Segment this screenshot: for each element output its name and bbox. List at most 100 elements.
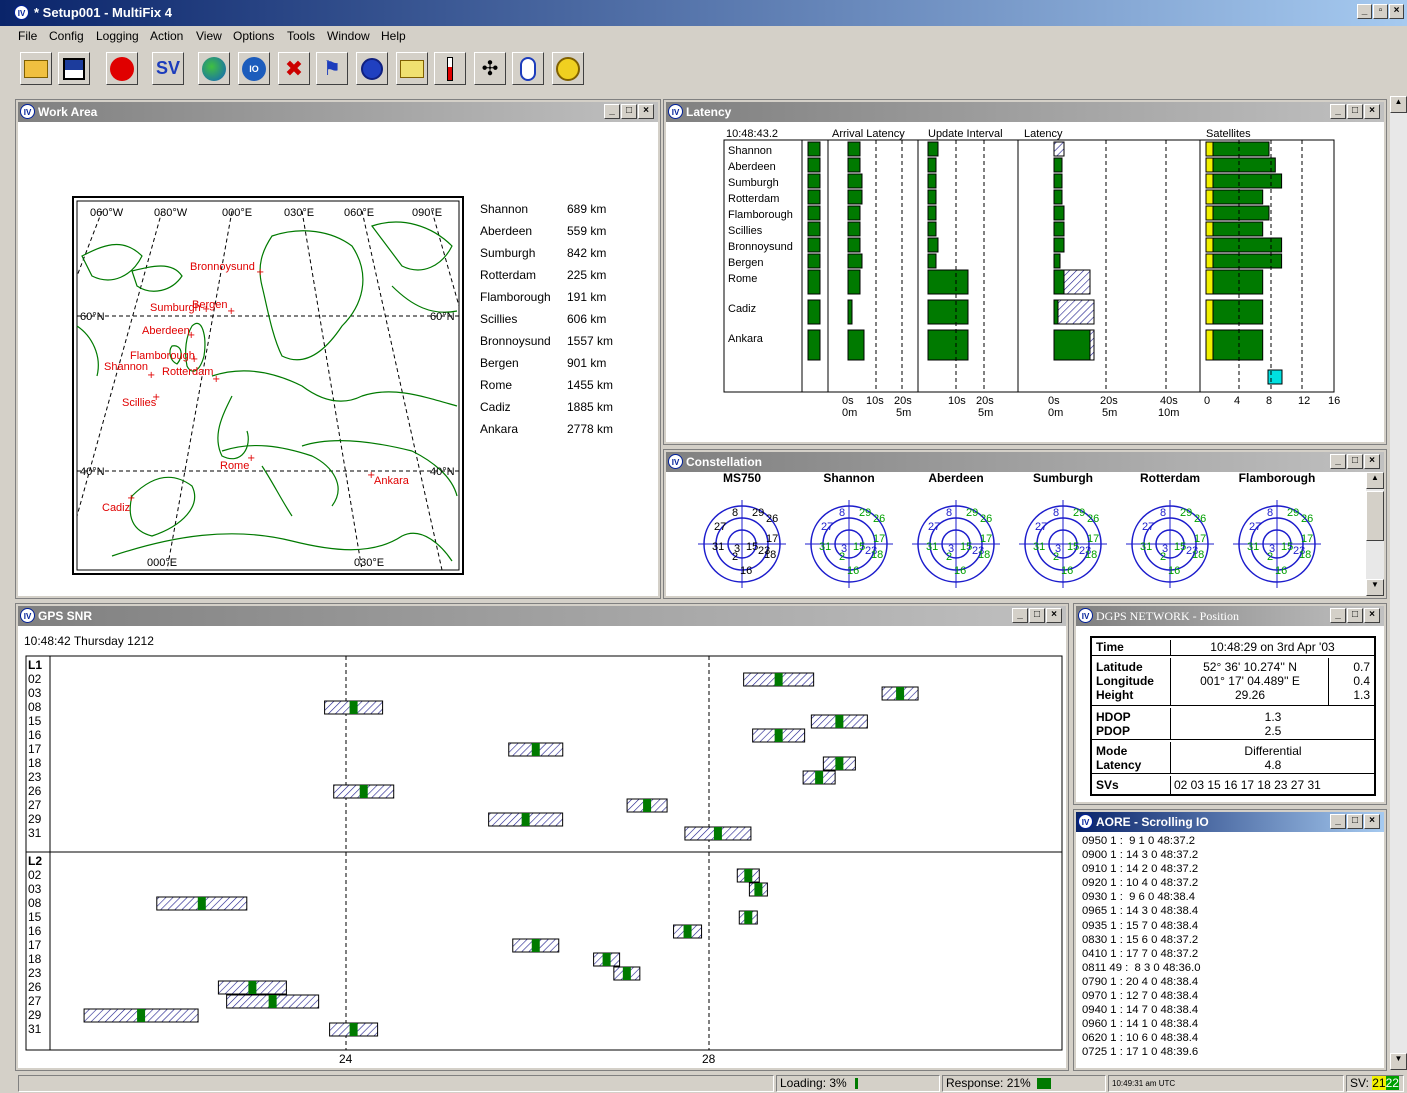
sv-label: 29: [1073, 507, 1085, 519]
sv-label: 17: [1301, 533, 1313, 545]
maximize-button[interactable]: □: [1347, 454, 1363, 469]
latency-titlebar[interactable]: IV Latency _ □ ×: [666, 102, 1384, 122]
record-button[interactable]: [106, 52, 138, 85]
satellite-bar: [1205, 189, 1264, 205]
tools-button[interactable]: ✖: [278, 52, 310, 85]
scroll-down-button[interactable]: ▼: [1366, 579, 1384, 596]
minimize-button[interactable]: _: [1330, 454, 1346, 469]
work-area-window[interactable]: IV Work Area _ □ × 060°W 030°W 000°E 030…: [15, 99, 661, 599]
arrival-bar: [847, 205, 861, 221]
snr-bar: [815, 771, 824, 784]
close-button[interactable]: ×: [1389, 4, 1404, 19]
clock-button[interactable]: [552, 52, 584, 85]
minimize-button[interactable]: _: [604, 104, 620, 119]
constellation-titlebar[interactable]: IV Constellation _ □ ×: [666, 452, 1384, 472]
latency-bar: [1053, 173, 1063, 189]
menu-view[interactable]: View: [196, 29, 222, 43]
close-button[interactable]: ×: [638, 104, 654, 119]
svg-text:+: +: [202, 304, 210, 315]
menu-options[interactable]: Options: [233, 29, 274, 43]
stopwatch-button[interactable]: [356, 52, 388, 85]
station-status-bar: [807, 173, 821, 189]
flags-button[interactable]: ⚑: [316, 52, 348, 85]
menu-help[interactable]: Help: [381, 29, 406, 43]
globe-button[interactable]: [198, 52, 230, 85]
restore-button[interactable]: ▫: [1373, 4, 1388, 19]
work-area-titlebar[interactable]: IV Work Area _ □ ×: [18, 102, 658, 122]
station-status-bar: [807, 221, 821, 237]
column-header: Arrival Latency: [832, 128, 905, 140]
mail-button[interactable]: [396, 52, 428, 85]
latency-time: 10:48:43.2: [726, 128, 778, 140]
network-button[interactable]: ✣: [474, 52, 506, 85]
map[interactable]: 060°W 030°W 000°E 030°E 060°E 090°E 60°N…: [72, 196, 465, 576]
lat-label: 60°N: [430, 311, 455, 323]
io-line: 0790 1 : 20 4 0 48:38.4: [1082, 975, 1199, 988]
maximize-button[interactable]: □: [1029, 608, 1045, 623]
close-button[interactable]: ×: [1364, 454, 1380, 469]
sv-button[interactable]: SV: [152, 52, 184, 85]
maximize-button[interactable]: □: [621, 104, 637, 119]
status-bar: Loading: 3% Response: 21% 10:49:31 am UT…: [0, 1072, 1407, 1093]
latency-window[interactable]: IV Latency _ □ × 10:48:43.2 Arrival Laten…: [663, 99, 1387, 445]
io-button[interactable]: IO: [238, 52, 270, 85]
arrival-bar: [847, 189, 863, 205]
gps-snr-window[interactable]: IV GPS SNR _ □ × 10:48:42 Thursday 1212 …: [15, 603, 1069, 1071]
scrolling-io-window[interactable]: IV AORE - Scrolling IO _ □ × 0950 1 : 9 …: [1073, 809, 1387, 1071]
svg-text:+: +: [147, 370, 155, 381]
snr-chart: 24 28L1L202030815161718232627293102030815…: [25, 655, 1063, 1066]
sv-label: 16: [28, 728, 42, 742]
menu-config[interactable]: Config: [49, 29, 84, 43]
open-button[interactable]: [20, 52, 52, 85]
close-button[interactable]: ×: [1364, 814, 1380, 829]
minimize-button[interactable]: _: [1330, 104, 1346, 119]
sv-label: 15: [1067, 541, 1079, 553]
close-button[interactable]: ×: [1364, 608, 1380, 623]
snr-timestamp: 10:48:42 Thursday 1212: [24, 634, 154, 648]
scroll-thumb[interactable]: [1366, 491, 1384, 541]
mouse-button[interactable]: [512, 52, 544, 85]
dgps-window[interactable]: IV DGPS NETWORK - Position _ □ × Time 10…: [1073, 603, 1387, 805]
close-button[interactable]: ×: [1046, 608, 1062, 623]
gps-snr-titlebar[interactable]: IV GPS SNR _ □ ×: [18, 606, 1066, 626]
scrolling-io-titlebar[interactable]: IV AORE - Scrolling IO _ □ ×: [1076, 812, 1384, 832]
sv-label: 16: [847, 565, 859, 577]
maximize-button[interactable]: □: [1347, 608, 1363, 623]
maximize-button[interactable]: □: [1347, 814, 1363, 829]
sv-label: 15: [960, 541, 972, 553]
mdi-vertical-scrollbar[interactable]: ▲ ▼: [1390, 96, 1407, 1070]
satellite-bar: [1205, 269, 1264, 295]
satellite-bar-yellow: [1205, 329, 1214, 361]
window-icon: IV: [20, 104, 35, 119]
station-label: Cadiz: [728, 303, 756, 315]
constellation-window[interactable]: IV Constellation _ □ × MS750 8 29 26 27 17 31 3…: [663, 449, 1387, 599]
menu-tools[interactable]: Tools: [287, 29, 315, 43]
menu-logging[interactable]: Logging: [96, 29, 139, 43]
tick-label: 20s: [1100, 395, 1118, 407]
menu-action[interactable]: Action: [150, 29, 183, 43]
tools-icon: ✖: [284, 55, 304, 81]
station-status-bar: [807, 141, 821, 157]
thermometer-button[interactable]: [434, 52, 466, 85]
menu-file[interactable]: File: [18, 29, 37, 43]
minimize-button[interactable]: _: [1330, 608, 1346, 623]
scroll-down-button[interactable]: ▼: [1390, 1053, 1407, 1070]
maximize-button[interactable]: □: [1347, 104, 1363, 119]
station-label: Scillies: [728, 225, 763, 237]
menu-window[interactable]: Window: [327, 29, 370, 43]
snr-bar: [643, 799, 652, 812]
vertical-scrollbar[interactable]: ▲ ▼: [1366, 472, 1384, 596]
sv-label: 27: [1035, 521, 1047, 533]
minimize-button[interactable]: _: [1357, 4, 1372, 19]
latency-bar: [1053, 253, 1061, 269]
scroll-up-button[interactable]: ▲: [1390, 96, 1407, 113]
minimize-button[interactable]: _: [1012, 608, 1028, 623]
dgps-titlebar[interactable]: IV DGPS NETWORK - Position _ □ ×: [1076, 606, 1384, 626]
close-button[interactable]: ×: [1364, 104, 1380, 119]
scroll-up-button[interactable]: ▲: [1366, 472, 1384, 489]
io-log[interactable]: 0950 1 : 9 1 0 48:37.2 0900 1 : 14 3 0 48…: [1082, 834, 1201, 1060]
app-title: * Setup001 - MultiFix 4: [34, 5, 172, 20]
minimize-button[interactable]: _: [1330, 814, 1346, 829]
save-button[interactable]: [58, 52, 90, 85]
io-icon: IO: [242, 56, 266, 81]
